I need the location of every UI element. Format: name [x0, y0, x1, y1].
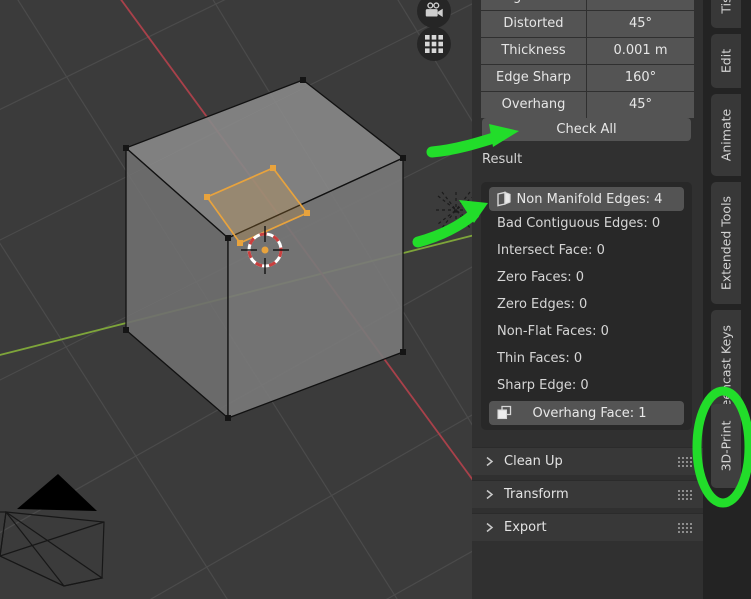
tab-animate[interactable]: Animate	[711, 94, 741, 176]
tab-label: Edit	[718, 48, 734, 74]
result-line: Bad Contiguous Edges: 0	[497, 216, 661, 231]
chevron-right-icon-glyph	[486, 489, 494, 500]
camera-object	[0, 474, 105, 587]
chevron-right-icon	[484, 489, 495, 500]
result-section-label: Result	[482, 152, 523, 167]
tab-label: Animate	[718, 108, 734, 162]
camera-icon-glyph	[425, 2, 443, 17]
drag-grip-icon[interactable]	[678, 490, 692, 500]
table-row[interactable]: Edge Sharp 160°	[481, 65, 694, 92]
tab-3d-print[interactable]: 3D-Print	[711, 404, 741, 488]
non-manifold-edges-label: Non Manifold Edges: 4	[516, 191, 663, 207]
check-all-button[interactable]: Check All	[482, 118, 691, 141]
result-line: Thin Faces: 0	[497, 351, 583, 366]
prop-label: Distorted	[481, 11, 587, 38]
drag-grip-icon[interactable]	[678, 457, 692, 467]
prop-label: Overhang	[481, 92, 587, 119]
tab-label: Extended Tools	[718, 195, 734, 291]
result-line: Zero Faces: 0	[497, 270, 585, 285]
mesh-edge-select-icon	[493, 189, 515, 209]
mesh-origin-marker	[436, 191, 476, 229]
sidebar-tab-strip: Tis Edit Animate Extended Tools creencas…	[703, 0, 751, 599]
check-all-label: Check All	[556, 122, 617, 137]
chevron-right-icon	[484, 522, 495, 533]
tab-edit[interactable]: Edit	[711, 34, 741, 88]
drag-grip-icon[interactable]	[678, 523, 692, 533]
grid-icon[interactable]	[417, 27, 451, 61]
tab-label: 3D-Print	[718, 420, 734, 472]
property-rows: Degenerate 0.00010 Distorted 45° Thickne…	[481, 0, 694, 119]
non-manifold-edges-button[interactable]: Non Manifold Edges: 4	[489, 187, 684, 211]
tab-label: Tis	[718, 0, 734, 14]
table-row[interactable]: Degenerate 0.00010	[481, 0, 694, 11]
overhang-face-button[interactable]: Overhang Face: 1	[489, 401, 684, 425]
result-panel: Non Manifold Edges: 4 Bad Contiguous Edg…	[481, 182, 692, 430]
prop-label: Thickness	[481, 38, 587, 65]
panel-header-transform[interactable]: Transform	[472, 480, 703, 508]
table-row[interactable]: Distorted 45°	[481, 11, 694, 38]
print3d-properties-table: Degenerate 0.00010 Distorted 45° Thickne…	[481, 0, 694, 119]
result-line: Intersect Face: 0	[497, 243, 605, 258]
chevron-right-icon	[484, 456, 495, 467]
panel-title: Transform	[504, 487, 569, 502]
prop-label: Edge Sharp	[481, 65, 587, 92]
prop-value[interactable]: 45°	[587, 11, 694, 38]
mesh-face-select-icon	[493, 403, 515, 423]
prop-value[interactable]: 0.00010	[587, 0, 694, 11]
mesh-edge-select-icon-glyph	[496, 191, 511, 207]
mesh-face-select-icon-glyph	[496, 405, 511, 420]
tab-extended-tools[interactable]: Extended Tools	[711, 182, 741, 304]
table-row[interactable]: Thickness 0.001 m	[481, 38, 694, 65]
prop-value[interactable]: 45°	[587, 92, 694, 119]
result-line: Non-Flat Faces: 0	[497, 324, 609, 339]
panel-title: Export	[504, 520, 547, 535]
prop-value[interactable]: 160°	[587, 65, 694, 92]
prop-value[interactable]: 0.001 m	[587, 38, 694, 65]
tab-tools[interactable]: Tis	[711, 0, 741, 28]
chevron-right-icon-glyph	[486, 456, 494, 467]
prop-label: Degenerate	[481, 0, 587, 11]
panel-header-export[interactable]: Export	[472, 513, 703, 541]
chevron-right-icon-glyph	[486, 522, 494, 533]
result-line: Sharp Edge: 0	[497, 378, 589, 393]
panel-title: Clean Up	[504, 454, 563, 469]
result-line: Zero Edges: 0	[497, 297, 588, 312]
panel-header-clean-up[interactable]: Clean Up	[472, 447, 703, 475]
grid-icon-glyph	[425, 35, 443, 53]
table-row[interactable]: Overhang 45°	[481, 92, 694, 119]
overhang-face-label: Overhang Face: 1	[532, 405, 647, 421]
